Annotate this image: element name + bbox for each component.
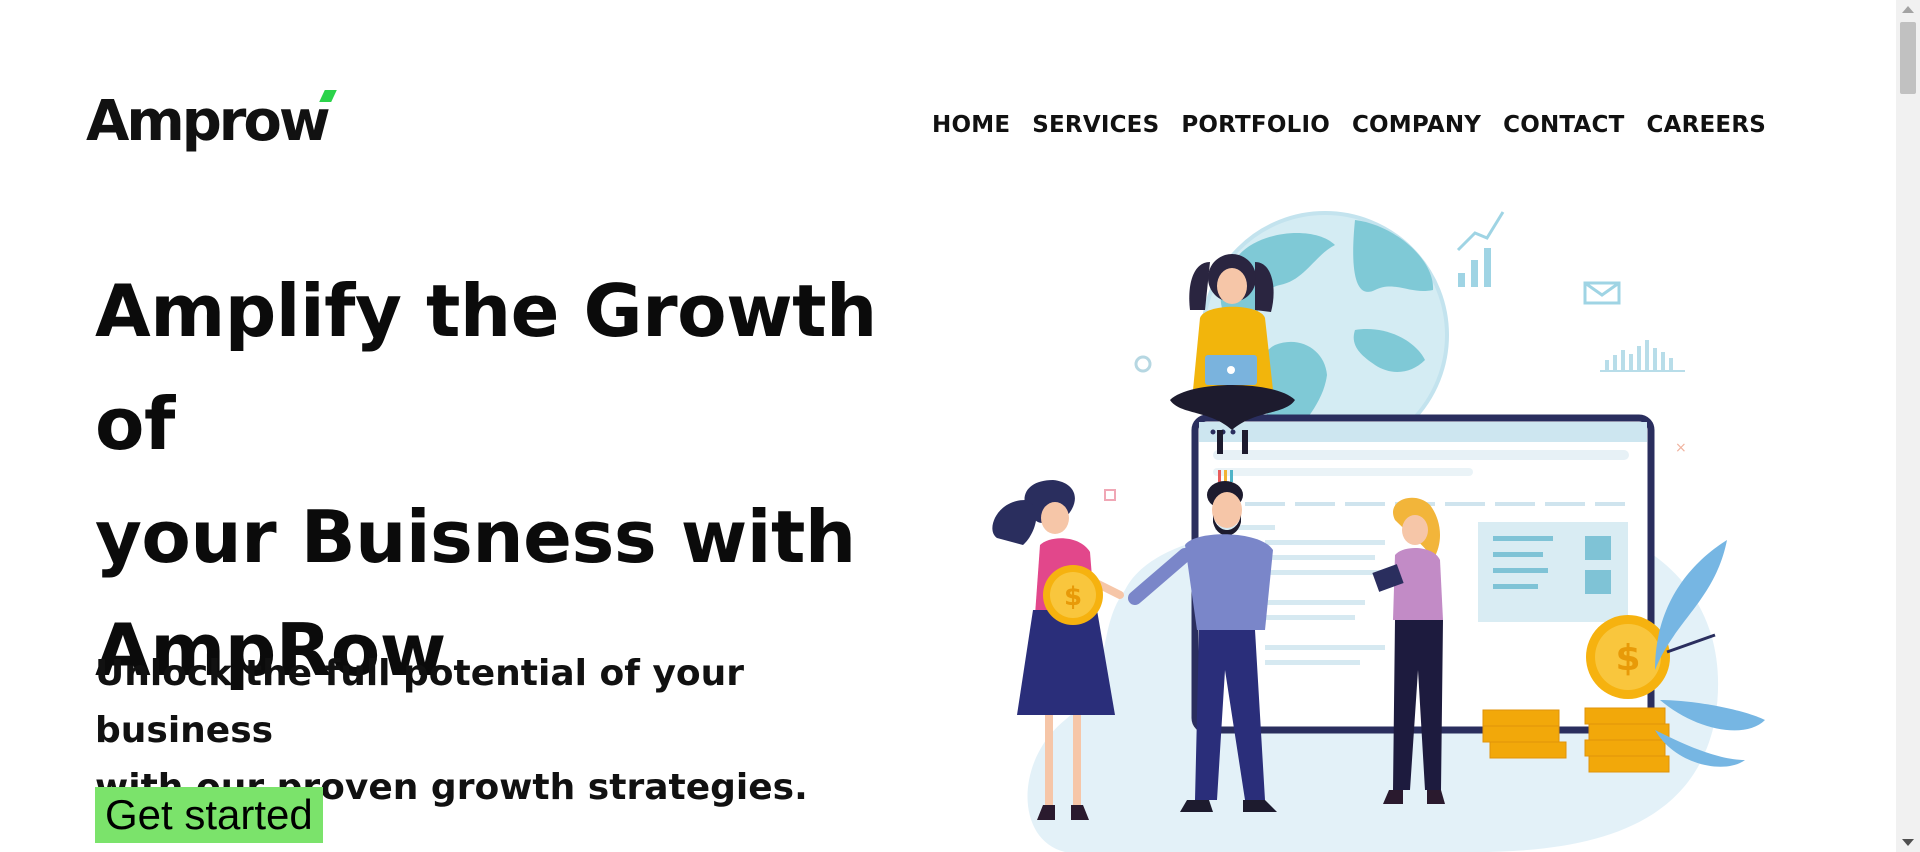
get-started-button[interactable]: Get started <box>95 787 323 843</box>
logo-text: Amprow <box>86 89 331 154</box>
decor-cross: × <box>1675 440 1687 456</box>
hero-title-line-1: Amplify the Growth of <box>95 269 877 466</box>
nav-item-services[interactable]: SERVICES <box>1032 112 1159 138</box>
decor-square <box>1104 489 1116 501</box>
decor-circle <box>1134 355 1152 373</box>
hero-title: Amplify the Growth of your Buisness with… <box>95 255 955 707</box>
growth-chart-icon <box>1456 211 1505 287</box>
nav-item-portfolio[interactable]: PORTFOLIO <box>1181 112 1330 138</box>
business-growth-illustration: × $ $ <box>992 211 1765 852</box>
scroll-up-arrow-icon[interactable] <box>1902 6 1914 13</box>
nav-item-contact[interactable]: CONTACT <box>1503 112 1624 138</box>
main-nav: HOME SERVICES PORTFOLIO COMPANY CONTACT … <box>932 112 1766 138</box>
mail-icon <box>1583 281 1621 305</box>
brand-logo[interactable]: Amprow <box>86 80 337 154</box>
svg-text:$: $ <box>1064 582 1082 612</box>
hero-subtitle-line-1: Unlock the full potential of your busine… <box>95 653 745 751</box>
vertical-scrollbar[interactable] <box>1896 0 1920 852</box>
scrollbar-thumb[interactable] <box>1900 22 1916 94</box>
nav-item-careers[interactable]: CAREERS <box>1647 112 1767 138</box>
mini-bars-icon <box>1600 340 1685 372</box>
nav-item-company[interactable]: COMPANY <box>1352 112 1481 138</box>
page: Amprow HOME SERVICES PORTFOLIO COMPANY C… <box>0 0 1920 852</box>
scroll-down-arrow-icon[interactable] <box>1902 839 1914 846</box>
hero-title-line-2: your Buisness with <box>95 495 856 579</box>
coin-icon: $ <box>1043 565 1103 625</box>
nav-item-home[interactable]: HOME <box>932 112 1010 138</box>
svg-text:$: $ <box>1615 638 1640 679</box>
